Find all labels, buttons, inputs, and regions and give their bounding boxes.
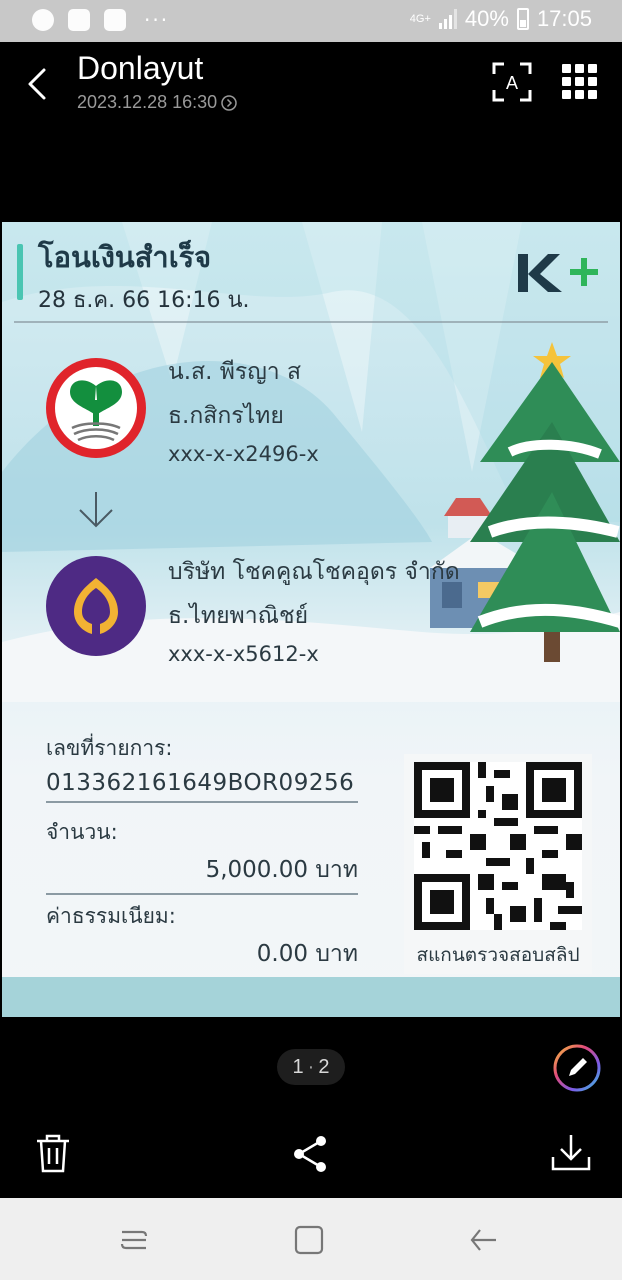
viewer-header: Donlayut 2023.12.28 16:30 A xyxy=(0,42,622,152)
line-app-icon xyxy=(32,9,54,31)
fee-label: ค่าธรรมเนียม: xyxy=(46,904,176,928)
timestamp-text: 2023.12.28 16:30 xyxy=(77,92,218,112)
status-bar: ··· 4G+ 40% 17:05 xyxy=(0,0,622,42)
sender-bank: ธ.กสิกรไทย xyxy=(168,403,284,429)
recent-apps-icon[interactable] xyxy=(116,1222,152,1258)
amount-label: จำนวน: xyxy=(46,820,118,844)
page-total: 2 xyxy=(318,1055,330,1078)
recipient-account: xxx-x-x5612-x xyxy=(168,642,319,666)
page-separator: · xyxy=(307,1055,315,1078)
page-indicator: 1 · 2 xyxy=(277,1049,345,1085)
signal-icon xyxy=(438,9,457,29)
grid-view-icon[interactable] xyxy=(562,64,598,100)
download-icon[interactable] xyxy=(550,1133,592,1173)
timestamp: 2023.12.28 16:30 xyxy=(77,92,237,113)
sender-account: xxx-x-x2496-x xyxy=(168,442,319,466)
sender-name: น.ส. พีรญา ส xyxy=(168,359,302,385)
kplus-logo xyxy=(518,254,598,292)
accent-bar xyxy=(17,244,23,300)
chevron-right-circle-icon[interactable] xyxy=(221,94,237,111)
text-recognition-icon[interactable]: A xyxy=(492,62,532,102)
slip-bottom-strip xyxy=(2,977,620,1017)
fee-value: 0.00 บาท xyxy=(46,936,358,979)
divider xyxy=(14,321,608,323)
home-icon[interactable] xyxy=(291,1222,327,1258)
scb-bank-logo xyxy=(46,556,146,656)
svg-text:A: A xyxy=(506,73,518,93)
more-icon: ··· xyxy=(144,8,170,32)
battery-percent: 40% xyxy=(464,6,509,31)
qr-caption: สแกนตรวจสอบสลิป xyxy=(416,944,580,966)
chat-icon xyxy=(104,9,126,31)
qr-code-box: สแกนตรวจสอบสลิป xyxy=(404,754,592,974)
recipient-bank: ธ.ไทยพาณิชย์ xyxy=(168,603,309,629)
christmas-tree-illustration xyxy=(470,342,620,662)
network-type: 4G+ xyxy=(409,12,431,25)
delete-icon[interactable] xyxy=(34,1133,72,1173)
arrow-down-icon xyxy=(79,492,113,528)
page-current: 1 xyxy=(292,1055,304,1078)
battery-icon xyxy=(516,8,529,30)
share-icon[interactable] xyxy=(291,1134,329,1174)
amount-value: 5,000.00 บาท xyxy=(46,852,358,895)
recipient-name: บริษัท โชคคูณโชคอุดร จำกัด xyxy=(168,559,460,585)
chat-title: Donlayut xyxy=(77,50,204,86)
reference-value: 013362161649BOR09256 xyxy=(46,770,358,803)
system-nav-bar xyxy=(0,1198,622,1280)
edit-icon[interactable] xyxy=(552,1043,602,1093)
reference-label: เลขที่รายการ: xyxy=(46,736,173,760)
slip-title: โอนเงินสำเร็จ xyxy=(38,240,212,274)
back-nav-icon[interactable] xyxy=(466,1222,502,1258)
qr-code xyxy=(414,762,582,930)
kasikorn-bank-logo xyxy=(46,358,146,458)
gallery-icon xyxy=(68,9,90,31)
transfer-slip-image[interactable]: โอนเงินสำเร็จ 28 ธ.ค. 66 16:16 น. น.ส. พ… xyxy=(2,222,620,1017)
slip-date: 28 ธ.ค. 66 16:16 น. xyxy=(38,288,250,313)
back-icon[interactable] xyxy=(22,64,54,104)
clock: 17:05 xyxy=(536,6,592,31)
